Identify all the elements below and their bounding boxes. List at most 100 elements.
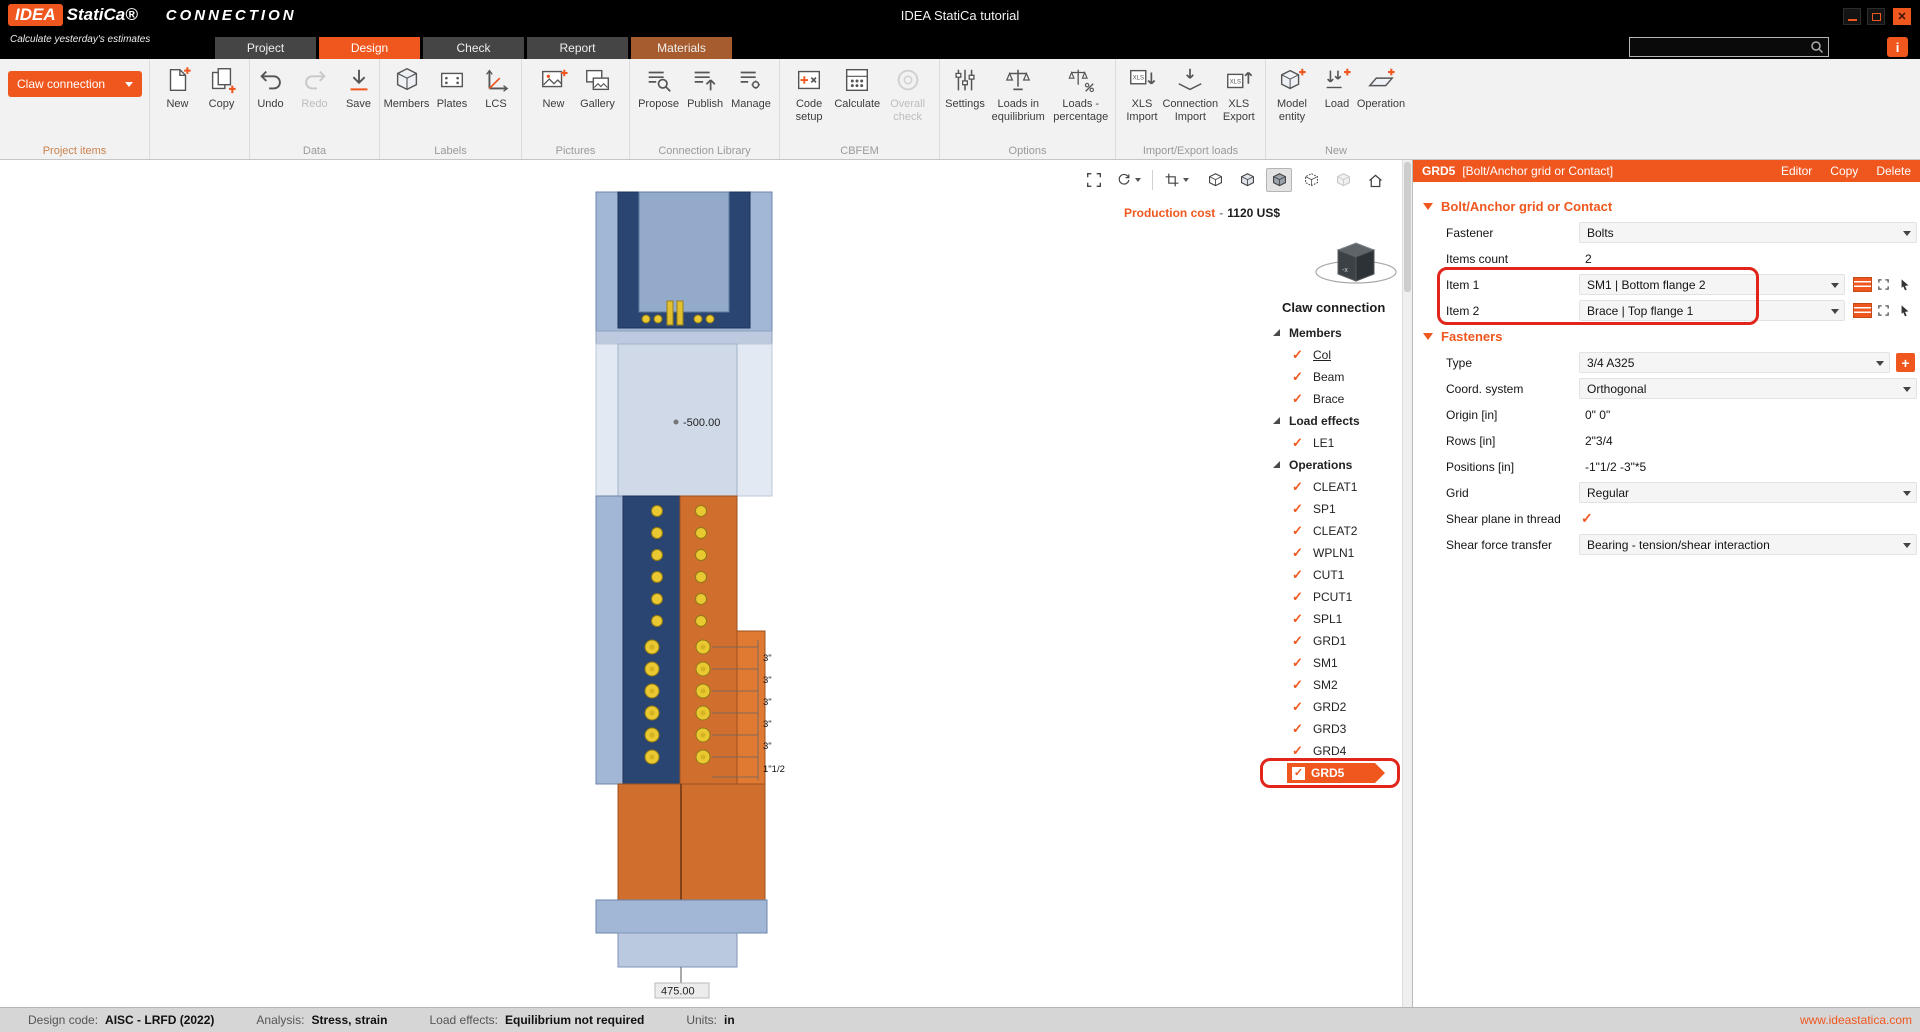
tree-item-grd3[interactable]: ✓GRD3 <box>1261 718 1401 740</box>
tree-item-cut1[interactable]: ✓CUT1 <box>1261 564 1401 586</box>
search-input[interactable] <box>1630 40 1810 54</box>
xls-export-button[interactable]: XLS XLS Export <box>1217 64 1261 123</box>
tree-item-grd4[interactable]: ✓GRD4 <box>1261 740 1401 762</box>
minimize-button[interactable] <box>1843 8 1861 25</box>
tree-item-beam[interactable]: ✓Beam <box>1261 366 1401 388</box>
checkmark-icon[interactable]: ✓ <box>1292 567 1306 583</box>
tree-item-le1[interactable]: ✓LE1 <box>1261 432 1401 454</box>
copy-item-button[interactable]: Copy <box>201 64 243 111</box>
tree-item-sm1[interactable]: ✓SM1 <box>1261 652 1401 674</box>
tree-item-grd1[interactable]: ✓GRD1 <box>1261 630 1401 652</box>
tree-item-wpln1[interactable]: ✓WPLN1 <box>1261 542 1401 564</box>
expander-icon[interactable] <box>1273 329 1280 336</box>
item1-select[interactable]: SM1 | Bottom flange 2 <box>1579 274 1845 295</box>
tab-report[interactable]: Report <box>527 37 628 59</box>
tree-item-grd5-selected[interactable]: ✓ GRD5 <box>1261 762 1401 784</box>
manage-button[interactable]: Manage <box>728 64 774 111</box>
tree-item-col[interactable]: ✓Col <box>1261 344 1401 366</box>
fastener-select[interactable]: Bolts <box>1579 222 1917 243</box>
tree-section-operations[interactable]: Operations <box>1261 454 1401 476</box>
checkmark-icon[interactable]: ✓ <box>1292 347 1306 363</box>
checkmark-icon[interactable]: ✓ <box>1292 611 1306 627</box>
shear-transfer-select[interactable]: Bearing - tension/shear interaction <box>1579 534 1917 555</box>
section-collapse-icon[interactable] <box>1423 203 1433 210</box>
checkmark-icon[interactable]: ✓ <box>1292 391 1306 407</box>
members-button[interactable]: Members <box>384 64 429 111</box>
gallery-button[interactable]: Gallery <box>577 64 619 111</box>
positions-input[interactable]: -1"1/2 -3"*5 <box>1585 460 1646 474</box>
view-solid-button[interactable] <box>1266 168 1292 192</box>
load-button[interactable]: Load <box>1316 64 1358 111</box>
scrollbar-thumb[interactable] <box>1404 162 1411 292</box>
section-collapse-icon[interactable] <box>1423 333 1433 340</box>
loads-percentage-button[interactable]: Loads - percentage <box>1051 64 1112 123</box>
checkmark-icon[interactable]: ✓ <box>1292 721 1306 737</box>
shear-plane-checkbox[interactable]: ✓ <box>1581 510 1593 527</box>
tree-section-load-effects[interactable]: Load effects <box>1261 410 1401 432</box>
close-button[interactable]: ✕ <box>1893 8 1911 25</box>
rows-input[interactable]: 2"3/4 <box>1585 434 1613 448</box>
bolt-type-select[interactable]: 3/4 A325 <box>1579 352 1890 373</box>
viewport-scrollbar[interactable] <box>1402 160 1412 1007</box>
new-item-button[interactable]: New <box>157 64 199 111</box>
item2-select[interactable]: Brace | Top flange 1 <box>1579 300 1845 321</box>
undo-button[interactable]: Undo <box>250 64 292 111</box>
connection-import-button[interactable]: Connection Import <box>1166 64 1215 123</box>
model-entity-button[interactable]: Model entity <box>1270 64 1314 123</box>
grid-select[interactable]: Regular <box>1579 482 1917 503</box>
model-viewport[interactable]: Production cost-1120 US$ -x -500.00 <box>0 160 1412 1007</box>
maximize-button[interactable] <box>1867 8 1885 25</box>
tab-design[interactable]: Design <box>319 37 420 59</box>
fit-screen-button[interactable] <box>1081 168 1107 192</box>
publish-button[interactable]: Publish <box>684 64 726 111</box>
pick-in-scene-button[interactable] <box>1896 276 1913 293</box>
section-fasteners[interactable]: Fasteners <box>1413 324 1920 350</box>
settings-button[interactable]: Settings <box>944 64 986 111</box>
fit-selection-button[interactable] <box>1875 302 1892 319</box>
plates-button[interactable]: Plates <box>431 64 473 111</box>
tree-item-pcut1[interactable]: ✓PCUT1 <box>1261 586 1401 608</box>
checkmark-icon[interactable]: ✓ <box>1292 743 1306 759</box>
checkmark-icon[interactable]: ✓ <box>1292 545 1306 561</box>
info-button[interactable]: i <box>1887 37 1908 57</box>
expander-icon[interactable] <box>1273 417 1280 424</box>
checkmark-icon[interactable]: ✓ <box>1292 501 1306 517</box>
checkmark-icon[interactable]: ✓ <box>1292 677 1306 693</box>
selected-item-banner[interactable]: ✓ GRD5 <box>1287 763 1375 783</box>
code-setup-button[interactable]: Code setup <box>784 64 834 123</box>
tree-item-brace[interactable]: ✓Brace <box>1261 388 1401 410</box>
plate-picker-button[interactable] <box>1853 303 1872 318</box>
section-clip-button[interactable] <box>1158 168 1194 192</box>
pick-in-scene-button[interactable] <box>1896 302 1913 319</box>
xls-import-button[interactable]: XLS XLS Import <box>1120 64 1164 123</box>
lcs-button[interactable]: LCS <box>475 64 517 111</box>
tab-check[interactable]: Check <box>423 37 524 59</box>
tree-section-members[interactable]: Members <box>1261 322 1401 344</box>
checkmark-icon[interactable]: ✓ <box>1292 435 1306 451</box>
save-button[interactable]: Save <box>338 64 380 111</box>
view-transparent-button[interactable] <box>1298 168 1324 192</box>
tree-item-cleat2[interactable]: ✓CLEAT2 <box>1261 520 1401 542</box>
section-bolt-anchor[interactable]: Bolt/Anchor grid or Contact <box>1413 194 1920 220</box>
coord-system-select[interactable]: Orthogonal <box>1579 378 1917 399</box>
checkmark-icon[interactable]: ✓ <box>1292 523 1306 539</box>
checkmark-icon[interactable]: ✓ <box>1292 369 1306 385</box>
tree-item-sm2[interactable]: ✓SM2 <box>1261 674 1401 696</box>
checkmark-icon[interactable]: ✓ <box>1292 699 1306 715</box>
tree-item-sp1[interactable]: ✓SP1 <box>1261 498 1401 520</box>
fit-selection-button[interactable] <box>1875 276 1892 293</box>
add-bolt-assembly-button[interactable]: + <box>1896 353 1915 372</box>
website-link[interactable]: www.ideastatica.com <box>1800 1013 1912 1027</box>
connection-selector[interactable]: Claw connection <box>8 71 142 97</box>
connection-3d-model[interactable]: -500.00 <box>560 185 890 1005</box>
home-view-button[interactable] <box>1362 168 1388 192</box>
tab-materials[interactable]: Materials <box>631 37 732 59</box>
operation-button[interactable]: Operation <box>1360 64 1402 111</box>
checkmark-icon[interactable]: ✓ <box>1292 589 1306 605</box>
tree-item-cleat1[interactable]: ✓CLEAT1 <box>1261 476 1401 498</box>
calculate-button[interactable]: Calculate <box>836 64 878 111</box>
items-count-value[interactable]: 2 <box>1585 252 1592 266</box>
origin-input[interactable]: 0" 0" <box>1585 408 1610 422</box>
view-shaded-button[interactable] <box>1234 168 1260 192</box>
expander-icon[interactable] <box>1273 461 1280 468</box>
